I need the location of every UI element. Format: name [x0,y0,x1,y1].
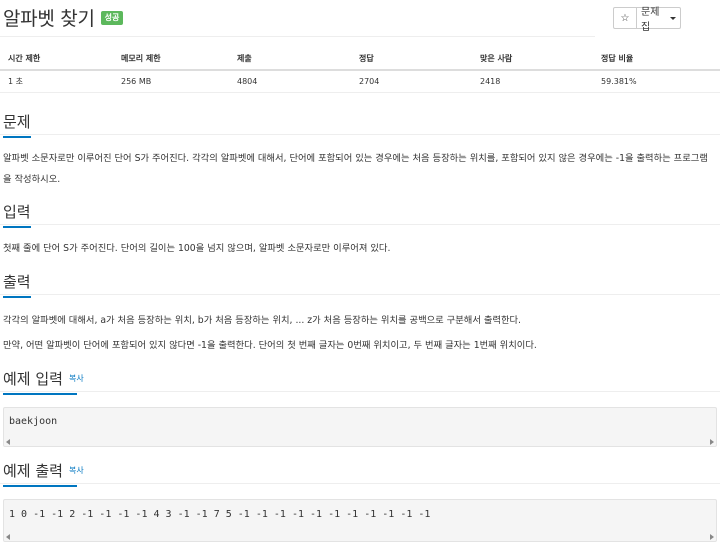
status-badge: 성공 [100,10,124,25]
problem-description: 알파벳 소문자로만 이루어진 단어 S가 주어진다. 각각의 알파벳에 대해서,… [3,153,708,185]
header-time-limit: 시간 제한 [0,48,113,71]
copy-sample-output-link[interactable]: 복사 [69,466,84,475]
memory-limit-value: 256 MB [113,70,229,93]
section-divider [0,483,720,484]
accepted-value: 2704 [351,70,472,93]
input-section-heading: 입력 [3,201,31,228]
sample-output-heading: 예제 출력 복사 [3,460,84,487]
toolbar: ☆ 문제집 [613,7,681,33]
scroll-right-icon[interactable] [710,439,714,445]
caret-down-icon [670,16,676,20]
output-description-2: 만약, 어떤 알파벳이 단어에 포함되어 있지 않다면 -1을 출력한다. 단어… [3,340,537,351]
header-accepted: 정답 [351,48,472,71]
header-divider [0,36,595,37]
problem-title: 알파벳 찾기 [3,8,95,30]
submissions-value: 4804 [229,70,351,93]
header-solved-users: 맞은 사람 [472,48,593,71]
problem-set-label: 문제집 [641,7,660,33]
problem-header: 알파벳 찾기 성공 [3,4,124,31]
time-limit-value: 1 초 [0,70,113,93]
star-icon: ☆ [620,12,630,24]
sample-input-box[interactable]: baekjoon [3,407,717,447]
sample-input-heading: 예제 입력 복사 [3,368,84,395]
input-description: 첫째 줄에 단어 S가 주어진다. 단어의 길이는 100을 넘지 않으며, 알… [3,243,391,254]
problem-set-dropdown[interactable]: 문제집 [637,7,681,33]
section-divider [0,134,720,135]
solved-users-value: 2418 [472,70,593,93]
output-description-1: 각각의 알파벳에 대해서, a가 처음 등장하는 위치, b가 처음 등장하는 … [3,315,522,326]
header-submissions: 제출 [229,48,351,71]
sample-output-box[interactable]: 1 0 -1 -1 2 -1 -1 -1 -1 4 3 -1 -1 7 5 -1… [3,499,717,542]
accept-rate-value: 59.381% [593,70,720,93]
section-divider [0,391,720,392]
output-section-heading: 출력 [3,271,31,298]
table-row: 1 초 256 MB 4804 2704 2418 59.381% [0,70,720,93]
problem-info-table: 시간 제한 메모리 제한 제출 정답 맞은 사람 정답 비율 1 초 256 M… [0,48,720,93]
copy-sample-input-link[interactable]: 복사 [69,374,84,383]
section-divider [0,224,720,225]
header-accept-rate: 정답 비율 [593,48,720,71]
header-memory-limit: 메모리 제한 [113,48,229,71]
problem-section-heading: 문제 [3,111,31,138]
horizontal-scrollbar[interactable] [4,533,716,541]
scroll-left-icon[interactable] [6,534,10,540]
scroll-right-icon[interactable] [710,534,714,540]
section-divider [0,294,720,295]
horizontal-scrollbar[interactable] [4,438,716,446]
star-button[interactable]: ☆ [613,7,637,29]
table-header-row: 시간 제한 메모리 제한 제출 정답 맞은 사람 정답 비율 [0,48,720,71]
sample-input-content: baekjoon [9,416,58,427]
scroll-left-icon[interactable] [6,439,10,445]
sample-output-content: 1 0 -1 -1 2 -1 -1 -1 -1 4 3 -1 -1 7 5 -1… [9,509,431,520]
